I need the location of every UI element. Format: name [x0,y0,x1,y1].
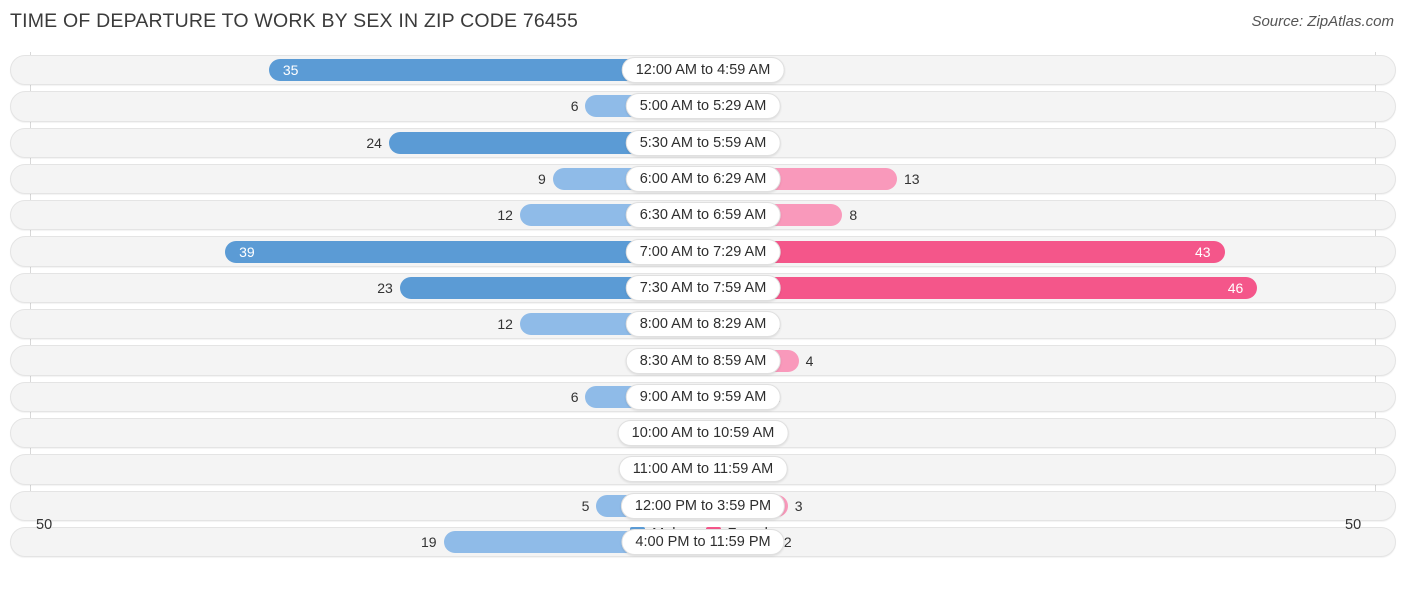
category-label: 11:00 AM to 11:59 AM [618,456,788,483]
table-row: 5 3 12:00 PM to 3:59 PM [0,488,1406,524]
bar-value-female: 13 [903,171,920,188]
bar-value-male: 6 [570,388,579,405]
category-label: 5:00 AM to 5:29 AM [625,93,781,120]
bar-value-female: 46 [1227,279,1244,296]
bar-value-female: 2 [783,534,792,550]
source-attribution: Source: ZipAtlas.com [1251,13,1394,30]
bar-rows-container: 35012:00 AM to 4:59 AM605:00 AM to 5:29 … [0,52,1406,560]
category-label: 8:30 AM to 8:59 AM [625,347,781,374]
table-row: 605:00 AM to 5:29 AM [0,88,1406,124]
category-label: 12:00 PM to 3:59 PM [620,492,786,519]
bar-value-male: 23 [377,279,393,296]
table-row: 9 13 6:00 AM to 6:29 AM [0,161,1406,197]
category-label: 7:30 AM to 7:59 AM [625,274,781,301]
table-row: 0011:00 AM to 11:59 AM [0,451,1406,487]
bar-value-male: 24 [366,134,382,151]
category-label: 6:30 AM to 6:59 AM [625,202,781,229]
category-label: 7:00 AM to 7:29 AM [625,238,781,265]
bar-value-male: 5 [581,497,590,514]
bar-value-male: 6 [570,98,579,115]
category-label: 12:00 AM to 4:59 AM [621,57,785,84]
table-row: 39 43 7:00 AM to 7:29 AM [0,233,1406,269]
bar-value-male: 35 [282,62,299,79]
table-row: 619:00 AM to 9:59 AM [0,379,1406,415]
category-label: 6:00 AM to 6:29 AM [625,166,781,193]
category-label: 5:30 AM to 5:59 AM [625,129,781,156]
table-row: 12 8 6:30 AM to 6:59 AM [0,197,1406,233]
bar-female [703,276,1258,299]
category-label: 9:00 AM to 9:59 AM [625,383,781,410]
bar-value-male: 9 [537,171,546,188]
page-title: TIME OF DEPARTURE TO WORK BY SEX IN ZIP … [10,10,579,32]
bar-value-female: 43 [1194,243,1211,260]
table-row: 1218:00 AM to 8:29 AM [0,306,1406,342]
bar-value-female: 3 [794,497,803,514]
bar-value-female: 4 [805,352,814,369]
bar-value-female: 8 [849,207,858,224]
table-row: 2405:30 AM to 5:59 AM [0,125,1406,161]
table-row: 35012:00 AM to 4:59 AM [0,52,1406,88]
category-label: 10:00 AM to 10:59 AM [617,420,789,447]
category-label: 4:00 PM to 11:59 PM [621,529,785,555]
table-row: 048:30 AM to 8:59 AM [0,342,1406,378]
bar-female [703,240,1225,263]
table-row: 1010:00 AM to 10:59 AM [0,415,1406,451]
category-label: 8:00 AM to 8:29 AM [625,311,781,338]
chart-root: TIME OF DEPARTURE TO WORK BY SEX IN ZIP … [0,0,1406,595]
bar-value-male: 39 [239,243,255,260]
bar-value-male: 12 [497,207,513,224]
plot-area: 35012:00 AM to 4:59 AM605:00 AM to 5:29 … [0,52,1406,558]
table-row: 23 46 7:30 AM to 7:59 AM [0,270,1406,306]
bar-value-male: 12 [497,316,513,333]
bar-value-male: 19 [420,534,437,550]
